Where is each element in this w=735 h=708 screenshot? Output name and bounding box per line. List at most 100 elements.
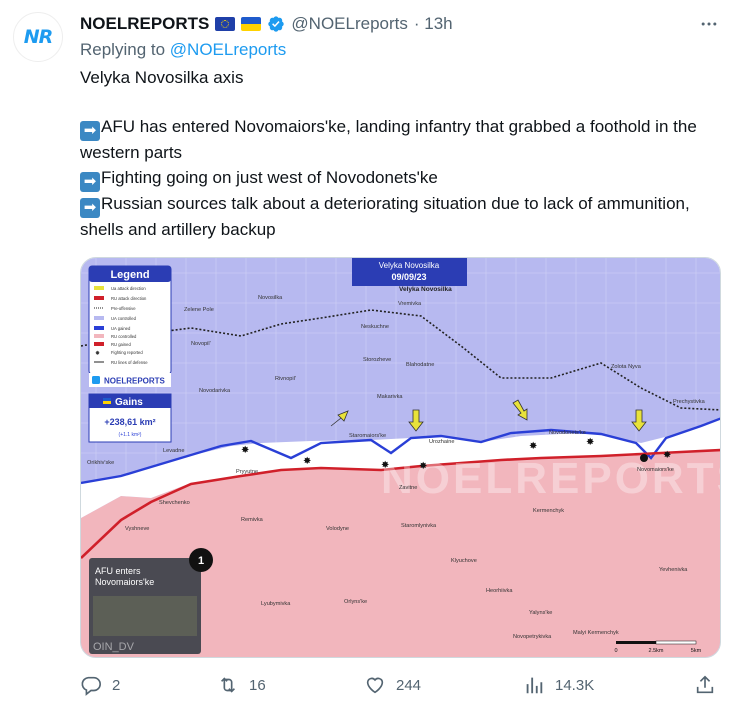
replying-to-handle-link[interactable]: @NOELreports <box>170 40 286 59</box>
town-staromaiorske: Staromaiors'ke <box>349 433 386 439</box>
retweet-button[interactable]: 16 <box>217 674 266 696</box>
retweet-icon <box>220 677 236 693</box>
gains-value: +238,61 km² <box>104 417 155 427</box>
tweet-bullet-3: Russian sources talk about a deteriorati… <box>80 194 690 240</box>
share-icon <box>696 675 714 694</box>
map-watermark: NOELREPORTS <box>381 454 721 503</box>
ukraine-flag-icon <box>241 17 262 31</box>
heart-icon <box>366 677 384 694</box>
inset-caption-line2: Novomaiors'ke <box>95 577 154 587</box>
svg-text:✸: ✸ <box>241 445 249 456</box>
tweet-bullet-2: Fighting going on just west of Novodonet… <box>101 168 438 188</box>
views-chart-icon <box>526 677 543 694</box>
view-count: 14.3K <box>555 676 595 694</box>
map-image[interactable]: NOELREPORTS ✸ ✸ ✸ ✸ ✸ ✸ ✸ Zelene Pole Novos… <box>80 257 721 658</box>
svg-text:✸: ✸ <box>381 460 389 471</box>
svg-text:✸: ✸ <box>529 441 537 452</box>
more-options-icon[interactable] <box>697 12 721 36</box>
share-button[interactable] <box>694 674 716 696</box>
tweet-line-title: Velyka Novosilka axis <box>80 68 244 87</box>
inset-caption-line1: AFU enters <box>95 566 141 576</box>
legend-item: Ua attack direction <box>111 286 146 291</box>
town-yalynske: Yalyns'ke <box>529 610 552 616</box>
reply-icon <box>81 676 101 696</box>
legend-item: UA gained <box>111 326 131 331</box>
town-novomaiorske: Novomaiors'ke <box>637 467 674 473</box>
replying-to-label: Replying to <box>80 40 166 59</box>
legend-title: Legend <box>110 269 149 281</box>
gains-label: Gains <box>115 397 143 408</box>
map-brand: NOELREPORTS <box>104 377 166 386</box>
tweet-actions: 2 16 244 14.3K <box>80 674 720 700</box>
right-arrow-emoji-icon: ➡ <box>80 121 100 142</box>
town-remivka: Remivka <box>241 517 264 523</box>
tweet-text: Velyka Novosilka axis ➡ AFU has entered N… <box>80 66 710 243</box>
town-orlynske: Orlyns'ke <box>344 599 367 605</box>
map-subject-town: Velyka Novosilka <box>399 286 452 293</box>
tweet-time[interactable]: · 13h <box>414 14 453 34</box>
town-malyi-kermenchyk: Malyi Kermenchyk <box>573 630 619 636</box>
town-yevhenivka: Yevhenivka <box>659 567 688 573</box>
scale-label: 5km <box>691 648 702 654</box>
svg-text:✸: ✸ <box>303 456 311 467</box>
views-button[interactable]: 14.3K <box>523 674 594 696</box>
map-marker-number: 1 <box>198 555 204 567</box>
town-pryyutne: Pryyutne <box>236 469 258 475</box>
scale-label: 0 <box>614 648 617 654</box>
town-kermenchyk: Kermenchyk <box>533 508 564 514</box>
author-name[interactable]: NOELREPORTS <box>80 14 209 34</box>
town-zolota-nyva: Zolota Nyva <box>611 364 642 370</box>
town-orikhivske: Orikhiv'ske <box>87 460 114 466</box>
tweet-header: NOELREPORTS @NOELreports · 13h <box>80 13 685 35</box>
verified-badge-icon[interactable] <box>267 15 285 33</box>
legend-item: RU gained <box>111 342 131 347</box>
town-levadne: Levadne <box>163 448 184 454</box>
reply-button[interactable]: 2 <box>80 674 120 696</box>
town-zavitne: Zavitne <box>399 485 417 491</box>
like-button[interactable]: 244 <box>364 674 421 696</box>
retweet-count: 16 <box>249 676 266 694</box>
town-novopil: Novopil' <box>191 341 211 347</box>
avatar-logo-text: NR <box>23 26 54 48</box>
town-rivnopil: Rivnopil' <box>275 376 296 382</box>
town-heorhiivka: Heorhiivka <box>486 588 513 594</box>
town-novosilka: Novosilka <box>258 295 283 301</box>
map-svg: NOELREPORTS ✸ ✸ ✸ ✸ ✸ ✸ ✸ Zelene Pole Novos… <box>81 258 721 657</box>
town-makarivka: Makarivka <box>377 394 403 400</box>
town-neskuchne: Neskuchne <box>361 324 389 330</box>
avatar[interactable]: NR <box>13 12 63 62</box>
town-volodyne: Volodyne <box>326 526 349 532</box>
author-handle[interactable]: @NOELreports <box>291 14 407 34</box>
town-prechystivka: Prechystivka <box>673 399 706 405</box>
town-staromlynivka: Staromlynivka <box>401 523 437 529</box>
legend-item: Fighting reported <box>111 350 143 355</box>
reply-count: 2 <box>112 676 121 694</box>
right-arrow-emoji-icon: ➡ <box>80 198 100 219</box>
town-lyubymivka: Lyubymivka <box>261 601 291 607</box>
legend-item: Pre-offensive <box>111 306 136 311</box>
town-shevchenko: Shevchenko <box>159 500 190 506</box>
legend-item: UA controlled <box>111 316 137 321</box>
legend-item: RU lines of defense <box>111 360 148 365</box>
tweet-bullet-1: AFU has entered Novomaiors'ke, landing i… <box>80 117 697 163</box>
town-novopetrykivka: Novopetrykivka <box>513 634 552 640</box>
legend-item: RU attack direction <box>111 296 147 301</box>
town-zelene-pole: Zelene Pole <box>184 307 214 313</box>
town-klyuchove: Klyuchove <box>451 558 477 564</box>
svg-text:✸: ✸ <box>663 450 671 461</box>
legend-item: RU controlled <box>111 334 137 339</box>
right-arrow-emoji-icon: ➡ <box>80 172 100 193</box>
like-count: 244 <box>396 676 422 694</box>
svg-text:✸: ✸ <box>95 350 100 357</box>
town-blahodatne: Blahodatne <box>406 362 434 368</box>
map-date: 09/09/23 <box>391 272 426 282</box>
town-vremivka: Vremivka <box>398 301 422 307</box>
svg-text:✸: ✸ <box>419 461 427 472</box>
scale-label: 2.5km <box>649 648 664 654</box>
eu-flag-icon <box>215 17 236 31</box>
town-storozheve: Storozheve <box>363 357 391 363</box>
town-vyshneve: Vyshneve <box>125 526 149 532</box>
replying-to: Replying to @NOELreports <box>80 40 286 60</box>
svg-text:✸: ✸ <box>586 437 594 448</box>
town-novodonetske: Novodonets'ke <box>549 430 586 436</box>
